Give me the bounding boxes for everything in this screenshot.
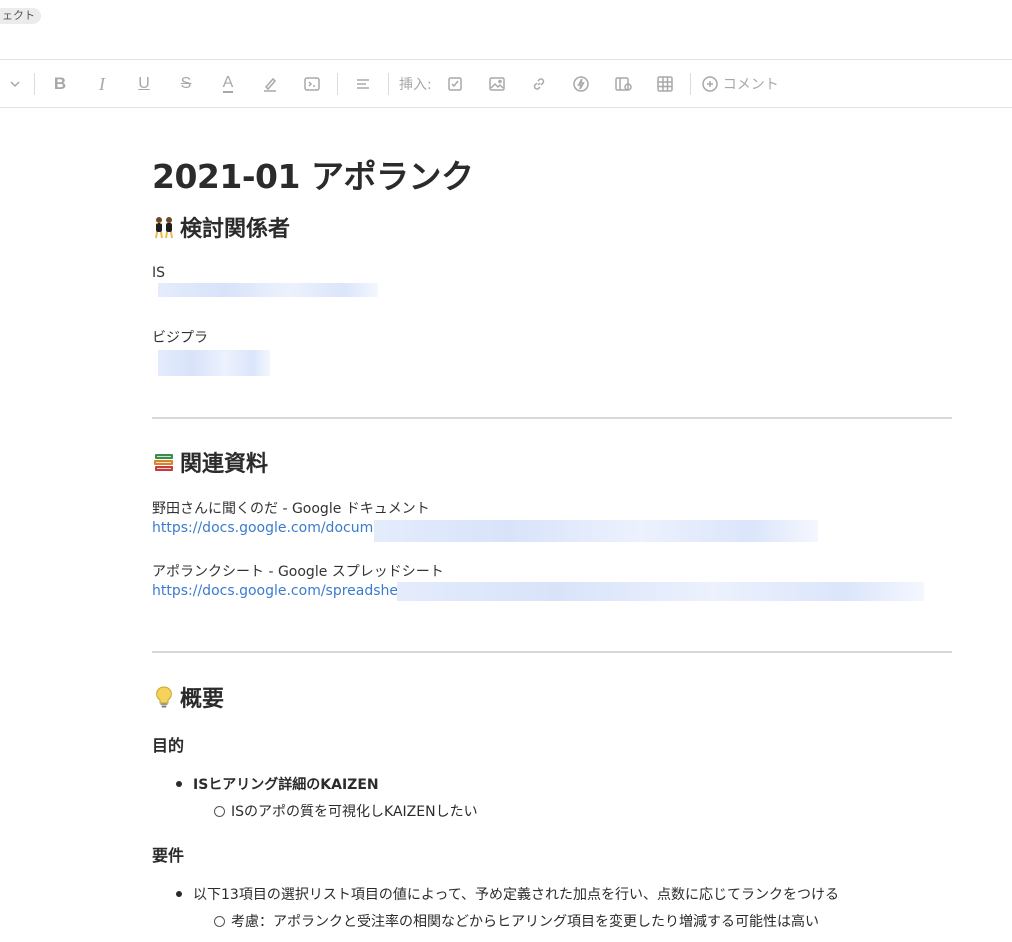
top-bar: ェクト [0,0,1012,60]
underline-icon: U [138,75,150,92]
redacted-url [374,520,818,542]
materials-heading: 関連資料 [152,446,268,478]
stakeholders-heading-text: 検討関係者 [180,217,291,242]
divider [152,651,952,653]
purpose-sub-bullet: ISのアポの質を可視化しKAIZENしたい [231,804,478,820]
italic-button[interactable]: I [81,69,123,99]
insert-label: 挿入: [399,77,432,93]
strikethrough-button[interactable]: S [165,69,207,99]
code-button[interactable] [291,69,333,99]
redacted-names [158,350,270,376]
image-button[interactable] [476,69,518,99]
highlight-button[interactable] [249,69,291,99]
requirements-bullet: 以下13項目の選択リスト項目の値によって、予め定義された加点を行い、点数に応じて… [193,887,839,903]
text-color-icon: A [222,74,234,93]
bold-icon: B [53,74,67,93]
materials-heading-text: 関連資料 [180,452,269,477]
material-link-doc[interactable]: https://docs.google.com/documen [152,520,391,536]
action-button[interactable] [560,69,602,99]
books-emoji-icon [154,454,173,471]
stakeholder-group-is: IS [152,265,166,281]
purpose-bullet: ISヒアリング詳細のKAIZEN [193,777,379,793]
redacted-url [397,582,924,601]
checkbox-icon [447,77,462,91]
bold-button[interactable]: B [39,69,81,99]
checkbox-button[interactable] [434,69,476,99]
image-icon [488,77,505,91]
strikethrough-icon: S [180,75,192,92]
bullet-circle [214,805,225,817]
link-button[interactable] [518,69,560,99]
project-tag[interactable]: ェクト [0,8,41,24]
text-color-button[interactable]: A [207,69,249,99]
toolbar-divider [34,73,35,95]
chevron-down-icon[interactable] [0,69,30,99]
embed-icon [614,77,632,91]
highlight-icon [264,77,277,92]
list-item: ISヒアリング詳細のKAIZEN [176,774,379,794]
table-button[interactable] [644,69,686,99]
lightbulb-emoji-icon [156,686,172,708]
add-comment-icon [701,76,718,92]
italic-icon: I [99,73,105,94]
lightning-icon [572,76,589,92]
embed-button[interactable] [602,69,644,99]
align-button[interactable] [342,69,384,99]
table-icon [656,76,673,92]
purpose-heading: 目的 [152,736,185,755]
link-icon [533,78,544,90]
toolbar-divider [337,73,338,95]
material-title-sheet: アポランクシート - Google スプレッドシート [152,564,444,580]
stakeholder-group-bizpla: ビジプラ [152,330,208,346]
material-title-doc: 野田さんに聞くのだ - Google ドキュメント [152,501,430,517]
dancers-emoji-icon [155,217,173,239]
requirements-heading: 要件 [152,846,185,865]
redacted-names [158,283,378,297]
editor-toolbar: B I U S A 挿入: コメント [0,61,1012,108]
page-title[interactable]: 2021-01 アポランク [152,150,474,198]
overview-heading: 概要 [152,681,224,713]
toolbar-divider [689,73,691,95]
bullet-dot [176,891,182,897]
list-item: ISのアポの質を可視化しKAIZENしたい [214,801,478,821]
list-item: 考慮：アポランクと受注率の相関などからヒアリング項目を変更したり増減する可能性は… [214,911,819,931]
material-link-sheet[interactable]: https://docs.google.com/spreadsheets [152,583,419,599]
code-icon [304,77,320,91]
bullet-circle [214,915,225,927]
divider [152,417,952,419]
requirements-sub-bullet: 考慮：アポランクと受注率の相関などからヒアリング項目を変更したり増減する可能性は… [231,914,819,930]
toolbar-divider [388,73,389,95]
comment-label: コメント [722,77,779,93]
stakeholders-heading: 検討関係者 [152,211,290,243]
overview-heading-text: 概要 [180,687,225,712]
comment-button[interactable]: コメント [695,69,783,99]
bullet-dot [176,781,182,787]
align-icon [357,79,369,89]
list-item: 以下13項目の選択リスト項目の値によって、予め定義された加点を行い、点数に応じて… [176,884,839,904]
underline-button[interactable]: U [123,69,165,99]
